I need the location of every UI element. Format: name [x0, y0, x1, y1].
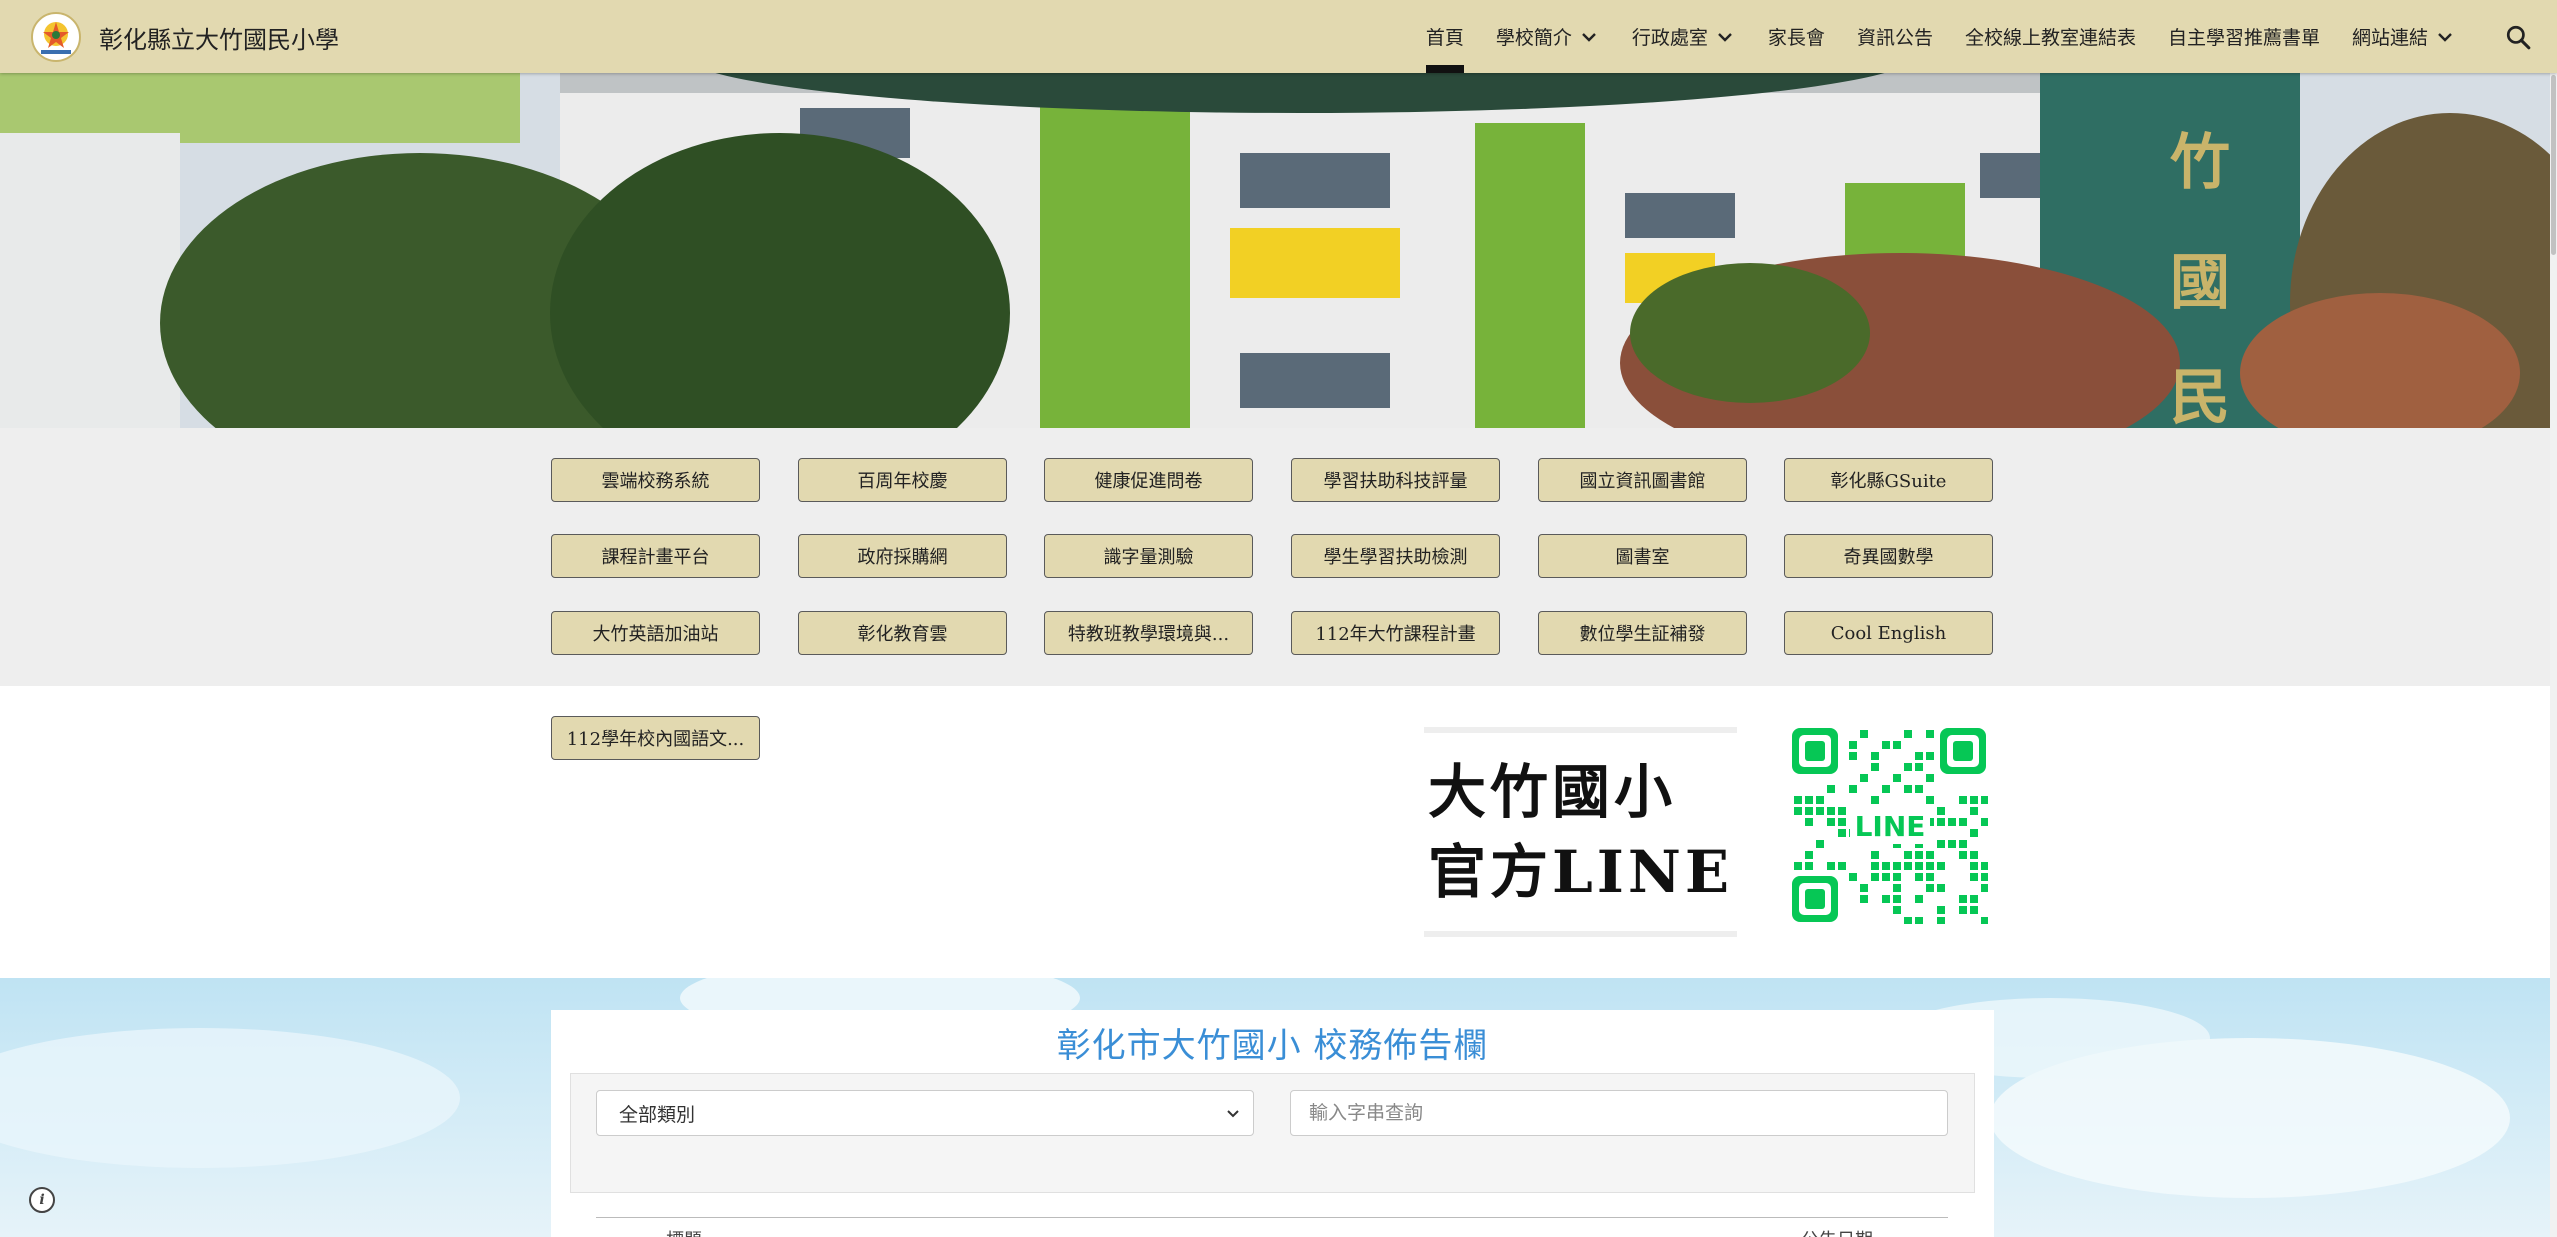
- quick-link-button[interactable]: 雲端校務系統: [551, 458, 760, 502]
- quick-link-button[interactable]: 奇異國數學: [1784, 534, 1993, 578]
- nav-item-label: 家長會: [1767, 27, 1825, 49]
- quick-links-section: [0, 428, 2550, 686]
- column-title: 標題: [666, 1226, 702, 1237]
- quick-link-button[interactable]: 識字量測驗: [1044, 534, 1253, 578]
- quick-link-button[interactable]: 彰化教育雲: [798, 611, 1007, 655]
- line-promo-text: 大竹國小 官方LINE: [1428, 752, 1733, 912]
- nav-item-6[interactable]: 自主學習推薦書單: [2152, 0, 2336, 73]
- nav-item-0[interactable]: 首頁: [1410, 0, 1480, 73]
- column-date: 公告日期: [1801, 1226, 1873, 1237]
- quick-link-button[interactable]: 學習扶助科技評量: [1291, 458, 1500, 502]
- nav-item-label: 首頁: [1425, 27, 1464, 49]
- school-emblem-icon[interactable]: [31, 12, 81, 62]
- svg-text:國: 國: [2170, 248, 2230, 318]
- quick-link-button[interactable]: 圖書室: [1538, 534, 1747, 578]
- quick-link-button[interactable]: 112年大竹課程計畫: [1291, 611, 1500, 655]
- quick-link-button[interactable]: 彰化縣GSuite: [1784, 458, 1993, 502]
- scrollbar-thumb[interactable]: [2551, 75, 2556, 255]
- chevron-down-icon: [2438, 32, 2452, 42]
- nav-item-1[interactable]: 學校簡介: [1480, 0, 1616, 73]
- info-icon[interactable]: i: [29, 1187, 55, 1213]
- quick-link-button[interactable]: 政府採購網: [798, 534, 1007, 578]
- nav-item-2[interactable]: 行政處室: [1616, 0, 1752, 73]
- main-nav: 首頁 學校簡介 行政處室 家長會 資訊公告 全校線上教室連結表 自主學習推薦書單 網站連結: [1410, 0, 2472, 73]
- site-header: 彰化縣立大竹國民小學 首頁 學校簡介 行政處室 家長會 資訊公告 全校線上教室連結表 自主學…: [0, 0, 2557, 73]
- bulletin-search-input[interactable]: [1290, 1090, 1948, 1136]
- quick-link-button[interactable]: 百周年校慶: [798, 458, 1007, 502]
- quick-link-button[interactable]: 學生學習扶助檢測: [1291, 534, 1500, 578]
- site-title[interactable]: 彰化縣立大竹國民小學: [99, 20, 339, 55]
- quick-link-button[interactable]: 112學年校內國語文...: [551, 716, 760, 760]
- quick-link-button[interactable]: 課程計畫平台: [551, 534, 760, 578]
- category-select-value: 全部類別: [619, 1103, 696, 1126]
- line-promo-line1: 大竹國小: [1428, 758, 1677, 826]
- quick-link-button[interactable]: 健康促進問卷: [1044, 458, 1253, 502]
- nav-item-4[interactable]: 資訊公告: [1841, 0, 1949, 73]
- quick-link-button[interactable]: Cool English: [1784, 611, 1993, 655]
- line-qr-code[interactable]: LINE: [1790, 726, 1989, 925]
- nav-item-3[interactable]: 家長會: [1752, 0, 1841, 73]
- nav-item-label: 資訊公告: [1856, 27, 1933, 49]
- quick-link-button[interactable]: 數位學生証補發: [1538, 611, 1747, 655]
- nav-item-7[interactable]: 網站連結: [2336, 0, 2472, 73]
- page-scrollbar[interactable]: [2550, 0, 2557, 1237]
- chevron-down-icon: [1582, 32, 1596, 42]
- line-promo-line2: 官方LINE: [1428, 838, 1734, 906]
- qr-line-label: LINE: [1855, 810, 1926, 843]
- category-select[interactable]: 全部類別: [596, 1090, 1254, 1136]
- quick-link-button[interactable]: 國立資訊圖書館: [1538, 458, 1747, 502]
- quick-link-button[interactable]: 特教班教學環境與...: [1044, 611, 1253, 655]
- quick-link-button[interactable]: 大竹英語加油站: [551, 611, 760, 655]
- bulletin-list-header: 標題 公告日期: [596, 1217, 1948, 1237]
- svg-text:竹: 竹: [2170, 128, 2230, 198]
- nav-item-label: 網站連結: [2351, 27, 2428, 49]
- chevron-down-icon: [1227, 1110, 1239, 1118]
- search-icon[interactable]: [2499, 18, 2537, 56]
- chevron-down-icon: [1718, 32, 1732, 42]
- bulletin-title: 彰化市大竹國小 校務佈告欄: [1056, 1026, 1489, 1066]
- nav-item-5[interactable]: 全校線上教室連結表: [1949, 0, 2152, 73]
- line-promo-section: [0, 686, 2550, 978]
- nav-item-label: 自主學習推薦書單: [2167, 27, 2320, 49]
- nav-item-label: 全校線上教室連結表: [1964, 27, 2136, 49]
- nav-item-label: 行政處室: [1631, 27, 1708, 49]
- svg-text:民: 民: [2170, 363, 2230, 428]
- hero-banner-image: 竹國民: [0, 73, 2550, 428]
- nav-item-label: 學校簡介: [1495, 27, 1572, 49]
